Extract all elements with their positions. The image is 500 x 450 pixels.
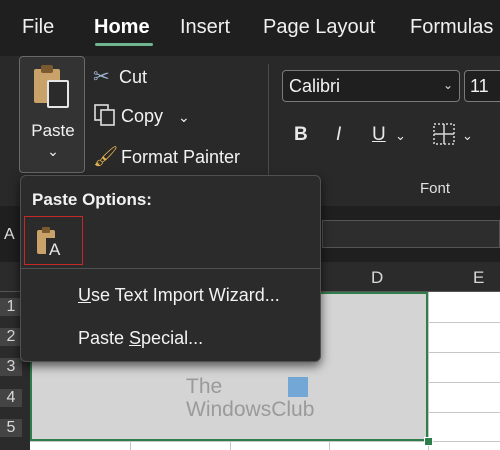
font-group-label: Font — [420, 180, 451, 197]
row-header-4[interactable]: 4 — [0, 389, 22, 407]
menu-item-rest: se Text Import Wizard... — [91, 285, 280, 305]
font-size-value: 11 — [470, 76, 489, 96]
chevron-down-icon[interactable]: ⌄ — [443, 78, 453, 92]
menu-separator — [21, 268, 320, 269]
font-name-value: Calibri — [289, 76, 341, 96]
format-painter-button[interactable]: 🖌 Format Painter — [93, 144, 240, 169]
borders-icon[interactable] — [432, 122, 456, 146]
chevron-down-icon[interactable]: ⌄ — [178, 109, 190, 125]
watermark-logo-icon — [288, 377, 308, 397]
menu-item-prefix: Paste — [78, 328, 130, 348]
svg-text:A: A — [49, 240, 61, 259]
paste-options-title: Paste Options: — [32, 190, 152, 209]
copy-button[interactable]: Copy ⌄ — [93, 104, 190, 127]
menu-bar: File Home Insert Page Layout Formulas — [0, 0, 500, 56]
bold-button[interactable]: B — [294, 124, 308, 146]
paste-special-item[interactable]: Paste Special... — [78, 328, 203, 349]
font-name-select[interactable]: Calibri ⌄ — [282, 70, 460, 102]
grid-line — [428, 292, 429, 450]
underline-button[interactable]: U — [372, 124, 386, 146]
column-header-e[interactable]: E — [473, 268, 484, 288]
font-size-select[interactable]: 11 — [464, 70, 500, 102]
watermark-line1: The — [186, 375, 223, 398]
paste-button[interactable]: Paste ⌄ — [19, 56, 85, 173]
tab-file[interactable]: File — [22, 16, 54, 39]
menu-item-rest: pecial... — [141, 328, 204, 348]
row-header-1[interactable]: 1 — [0, 298, 22, 316]
scissors-icon: ✂ — [93, 66, 110, 88]
name-box[interactable]: A — [4, 226, 15, 244]
clipboard-paste-icon — [34, 65, 69, 108]
paste-text-only-icon: A — [37, 227, 64, 259]
menu-item-accel: S — [129, 328, 142, 348]
menu-item-accel: U — [78, 285, 91, 305]
row-header-3[interactable]: 3 — [0, 358, 22, 376]
cut-label: Cut — [119, 67, 148, 87]
row-header-5[interactable]: 5 — [0, 419, 22, 437]
tab-insert[interactable]: Insert — [180, 16, 230, 39]
tab-home[interactable]: Home — [94, 16, 150, 39]
use-text-import-wizard-item[interactable]: Use Text Import Wizard... — [78, 285, 280, 306]
copy-icon — [94, 104, 115, 126]
paintbrush-icon: 🖌 — [93, 146, 119, 168]
paste-label: Paste — [31, 121, 75, 140]
watermark-line2: WindowsClub — [186, 398, 315, 421]
format-painter-label: Format Painter — [121, 147, 241, 167]
tab-page-layout[interactable]: Page Layout — [263, 16, 375, 39]
column-header-d[interactable]: D — [371, 268, 383, 288]
italic-button[interactable]: I — [336, 124, 341, 146]
copy-label: Copy — [121, 106, 164, 126]
keep-text-only-option[interactable]: A — [24, 216, 83, 265]
fill-handle[interactable] — [424, 437, 433, 446]
cut-button[interactable]: ✂ Cut — [93, 64, 147, 89]
active-tab-indicator — [95, 43, 153, 46]
chevron-down-icon[interactable]: ⌄ — [395, 128, 406, 144]
chevron-down-icon[interactable]: ⌄ — [20, 143, 86, 160]
chevron-down-icon[interactable]: ⌄ — [462, 128, 473, 144]
row-header-2[interactable]: 2 — [0, 328, 22, 346]
formula-input[interactable] — [322, 220, 500, 248]
tab-formulas[interactable]: Formulas — [410, 16, 493, 39]
